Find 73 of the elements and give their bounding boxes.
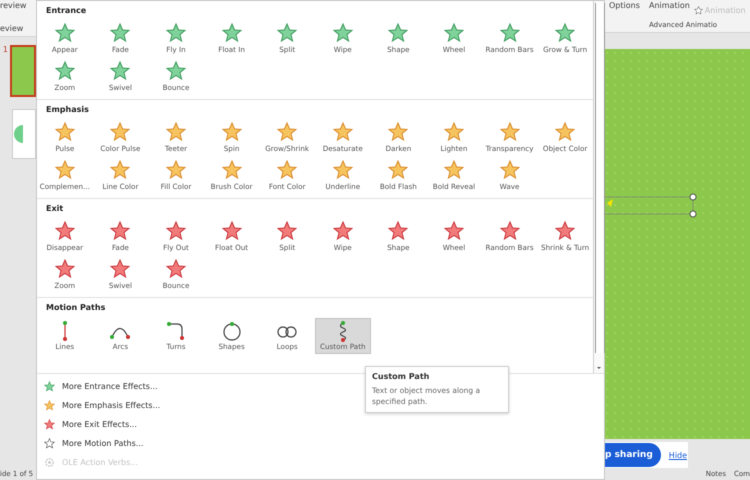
- star-icon: [166, 23, 186, 43]
- star-icon: [444, 23, 464, 43]
- line-path-icon: [62, 320, 68, 342]
- tooltip-title: Custom Path: [372, 372, 430, 381]
- star-icon: [444, 160, 464, 180]
- slide-number: 1: [2, 45, 8, 54]
- stop-sharing-button[interactable]: p sharing: [603, 443, 661, 468]
- star-icon: [110, 122, 130, 142]
- star-icon: [332, 160, 353, 180]
- star-icon: [500, 23, 520, 43]
- star-icon: [54, 122, 75, 142]
- star-icon: [222, 122, 242, 142]
- star-icon: [555, 23, 576, 43]
- star-icon: [500, 221, 520, 241]
- star-icon: [110, 160, 130, 180]
- star-icon: [222, 221, 242, 241]
- star-icon: [444, 122, 464, 142]
- star-icon: [110, 221, 130, 241]
- star-icon: [44, 400, 55, 411]
- star-icon: [500, 160, 520, 180]
- star-icon: [444, 221, 464, 241]
- star-icon: [54, 221, 75, 241]
- hide-link[interactable]: Hide: [668, 450, 688, 460]
- menu-item[interactable]: More Entrance Effects...: [37, 377, 164, 396]
- star-icon: [388, 23, 408, 43]
- scrollbar[interactable]: [593, 1, 604, 373]
- star-icon: [388, 160, 408, 180]
- turn-path-icon: [164, 320, 187, 342]
- star-icon: [555, 122, 576, 142]
- effect-options-button[interactable]: Options: [609, 0, 649, 20]
- group-label: eview: [0, 23, 24, 34]
- star-icon: [54, 61, 75, 81]
- star-icon: [388, 221, 408, 241]
- star-icon: [277, 221, 298, 241]
- star-icon: [54, 160, 75, 180]
- star-icon: [166, 259, 186, 279]
- section-title: Emphasis: [45, 105, 90, 116]
- star-icon: [332, 23, 353, 43]
- star-icon: [222, 160, 242, 180]
- gear-icon: [44, 457, 55, 468]
- star-icon: [694, 6, 703, 14]
- preview-button[interactable]: review: [0, 0, 26, 11]
- star-icon: [277, 23, 298, 43]
- add-animation-button[interactable]: Animation: [649, 0, 690, 20]
- star-icon: [44, 438, 55, 449]
- star-icon: [110, 23, 130, 43]
- star-icon: [110, 259, 130, 279]
- section-title: Entrance: [45, 6, 88, 17]
- star-icon: [222, 23, 242, 43]
- circle-path-icon: [220, 320, 243, 342]
- menu-item[interactable]: More Motion Paths...: [37, 434, 150, 453]
- star-icon: [277, 160, 298, 180]
- star-icon: [388, 122, 408, 142]
- star-icon: [555, 221, 576, 241]
- section-title: Exit: [45, 204, 64, 215]
- section-title: Motion Paths: [45, 303, 106, 314]
- star-icon: [166, 61, 186, 81]
- star-icon: [44, 419, 55, 430]
- star-icon: [54, 23, 75, 43]
- slide-thumbnail[interactable]: [10, 45, 36, 97]
- squiggle-path-icon: [338, 320, 348, 342]
- star-icon: [110, 61, 130, 81]
- star-icon: [332, 221, 353, 241]
- star-icon: [166, 122, 186, 142]
- star-icon: [166, 221, 186, 241]
- menu-item[interactable]: More Exit Effects...: [37, 415, 143, 434]
- star-icon: [332, 122, 353, 142]
- menu-item[interactable]: More Emphasis Effects...: [37, 396, 166, 415]
- star-icon: [44, 381, 55, 392]
- star-icon: [277, 122, 298, 142]
- star-icon: [166, 160, 186, 180]
- star-icon: [500, 122, 520, 142]
- star-icon: [54, 259, 75, 279]
